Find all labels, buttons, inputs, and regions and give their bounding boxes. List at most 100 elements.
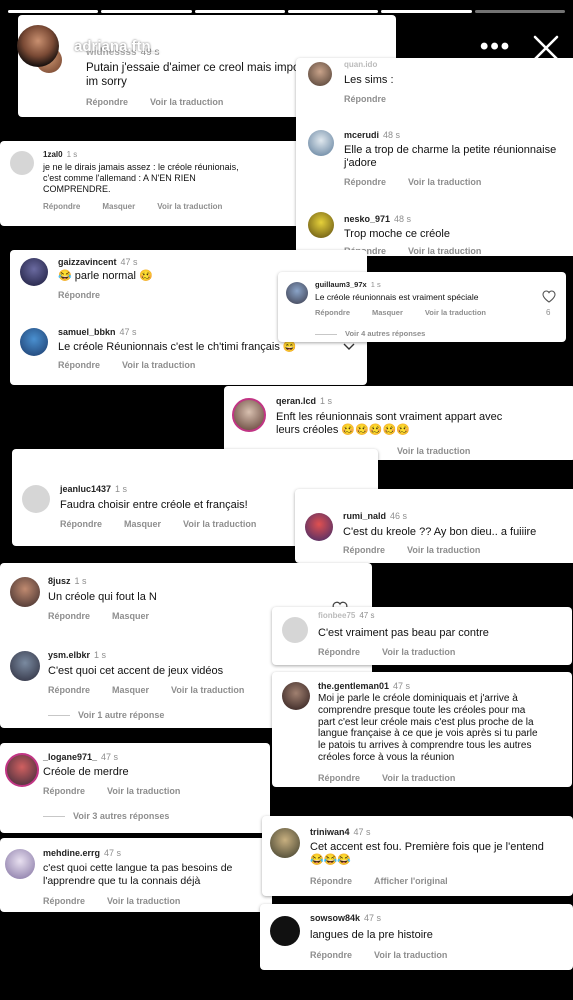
translate-button[interactable]: Voir la traduction	[157, 202, 222, 211]
hide-button[interactable]: Masquer	[102, 202, 135, 211]
reply-button[interactable]: Répondre	[48, 611, 90, 621]
view-replies-link[interactable]: Voir 3 autres réponses	[43, 811, 169, 821]
hide-button[interactable]: Masquer	[124, 519, 161, 529]
reply-button[interactable]: Répondre	[315, 308, 350, 317]
translate-button[interactable]: Voir la traduction	[408, 177, 481, 187]
username-text[interactable]: fionbee75	[318, 611, 355, 620]
avatar[interactable]	[20, 258, 48, 286]
translate-button[interactable]: Voir la traduction	[107, 896, 180, 906]
comment-username[interactable]: rumi_nald 46 s	[343, 511, 407, 521]
close-icon[interactable]	[530, 32, 562, 64]
translate-button[interactable]: Voir la traduction	[122, 360, 195, 370]
avatar[interactable]	[282, 682, 310, 710]
comment-username[interactable]: triniwan4 47 s	[310, 827, 371, 837]
reply-button[interactable]: Répondre	[310, 876, 352, 886]
avatar[interactable]	[270, 828, 300, 858]
reply-button[interactable]: Répondre	[343, 545, 385, 555]
hide-button[interactable]: Masquer	[112, 685, 149, 695]
username-text[interactable]: 8jusz	[48, 576, 71, 586]
reply-button[interactable]: Répondre	[43, 896, 85, 906]
username-text[interactable]: the.gentleman01	[318, 681, 389, 691]
avatar[interactable]	[282, 617, 308, 643]
username-text[interactable]: guillaum3_97x	[315, 280, 367, 289]
avatar[interactable]	[308, 130, 334, 156]
comment-username[interactable]: fionbee75 47 s	[318, 611, 374, 620]
comment-username[interactable]: nesko_971 48 s	[344, 214, 411, 224]
reply-button[interactable]: Répondre	[318, 773, 360, 783]
translate-button[interactable]: Voir la traduction	[183, 519, 256, 529]
comment-username[interactable]: gaizzavincent 47 s	[58, 257, 138, 267]
show-original-button[interactable]: Afficher l'original	[374, 876, 448, 886]
username-text[interactable]: rumi_nald	[343, 511, 386, 521]
translate-button[interactable]: Voir la traduction	[107, 786, 180, 796]
avatar[interactable]	[286, 282, 308, 304]
avatar[interactable]	[232, 398, 266, 432]
reply-button[interactable]: Répondre	[318, 647, 360, 657]
translate-button[interactable]: Voir la traduction	[382, 647, 455, 657]
comment-username[interactable]: 8jusz 1 s	[48, 576, 87, 586]
comment-username[interactable]: jeanluc1437 1 s	[60, 484, 127, 494]
username-text[interactable]: nesko_971	[344, 214, 390, 224]
hide-button[interactable]: Masquer	[372, 308, 403, 317]
more-options-icon[interactable]: •••	[480, 35, 511, 59]
reply-button[interactable]: Répondre	[58, 360, 100, 370]
translate-button[interactable]: Voir la traduction	[150, 97, 223, 107]
comment-username[interactable]: _logane971_ 47 s	[43, 752, 118, 762]
username-text[interactable]: gaizzavincent	[58, 257, 117, 267]
comment-username[interactable]: samuel_bbkn 47 s	[58, 327, 137, 337]
reply-button[interactable]: Répondre	[58, 290, 100, 300]
comment-username[interactable]: qeran.lcd 1 s	[276, 396, 332, 406]
username-text[interactable]: mehdine.errg	[43, 848, 100, 858]
translate-button[interactable]: Voir la traduction	[425, 308, 486, 317]
reply-button[interactable]: Répondre	[310, 950, 352, 960]
story-avatar[interactable]	[17, 25, 59, 67]
translate-button[interactable]: Voir la traduction	[408, 246, 481, 256]
comment-username[interactable]: guillaum3_97x 1 s	[315, 280, 381, 289]
hide-button[interactable]: Masquer	[112, 611, 149, 621]
view-replies-label[interactable]: Voir 3 autres réponses	[73, 811, 169, 821]
avatar[interactable]	[20, 328, 48, 356]
avatar[interactable]	[308, 212, 334, 238]
username-text[interactable]: sowsow84k	[310, 913, 360, 923]
avatar[interactable]	[5, 753, 39, 787]
comment-username[interactable]: 1zal0 1 s	[43, 150, 77, 159]
avatar[interactable]	[5, 849, 35, 879]
avatar[interactable]	[22, 485, 50, 513]
avatar[interactable]	[10, 151, 34, 175]
reply-button[interactable]: Répondre	[60, 519, 102, 529]
comment-username[interactable]: mehdine.errg 47 s	[43, 848, 121, 858]
view-replies-link[interactable]: Voir 1 autre réponse	[48, 710, 164, 720]
reply-button[interactable]: Répondre	[43, 202, 80, 211]
username-text[interactable]: mcerudi	[344, 130, 379, 140]
heart-icon[interactable]	[542, 290, 556, 303]
avatar[interactable]	[10, 577, 40, 607]
translate-button[interactable]: Voir la traduction	[171, 685, 244, 695]
reply-button[interactable]: Répondre	[43, 786, 85, 796]
translate-button[interactable]: Voir la traduction	[397, 446, 470, 456]
comment-username[interactable]: sowsow84k 47 s	[310, 913, 381, 923]
avatar[interactable]	[270, 916, 300, 946]
comment-username[interactable]: mcerudi 48 s	[344, 130, 400, 140]
view-replies-label[interactable]: Voir 1 autre réponse	[78, 710, 164, 720]
username-text[interactable]: triniwan4	[310, 827, 350, 837]
translate-button[interactable]: Voir la traduction	[407, 545, 480, 555]
username-text[interactable]: qeran.lcd	[276, 396, 316, 406]
avatar[interactable]	[305, 513, 333, 541]
username-text[interactable]: 1zal0	[43, 150, 63, 159]
username-text[interactable]: jeanluc1437	[60, 484, 111, 494]
story-username[interactable]: adriana.ftn_	[74, 38, 159, 55]
view-replies-label[interactable]: Voir 4 autres réponses	[345, 329, 425, 338]
translate-button[interactable]: Voir la traduction	[374, 950, 447, 960]
avatar[interactable]	[10, 651, 40, 681]
username-text[interactable]: _logane971_	[43, 752, 97, 762]
reply-button[interactable]: Répondre	[344, 94, 386, 104]
reply-button[interactable]: Répondre	[344, 177, 386, 187]
translate-button[interactable]: Voir la traduction	[382, 773, 455, 783]
reply-button[interactable]: Répondre	[48, 685, 90, 695]
reply-button[interactable]: Répondre	[86, 97, 128, 107]
view-replies-link[interactable]: Voir 4 autres réponses	[315, 329, 425, 338]
comment-username[interactable]: ysm.elbkr 1 s	[48, 650, 106, 660]
comment-username[interactable]: the.gentleman01 47 s	[318, 681, 410, 691]
username-text[interactable]: ysm.elbkr	[48, 650, 90, 660]
username-text[interactable]: samuel_bbkn	[58, 327, 116, 337]
